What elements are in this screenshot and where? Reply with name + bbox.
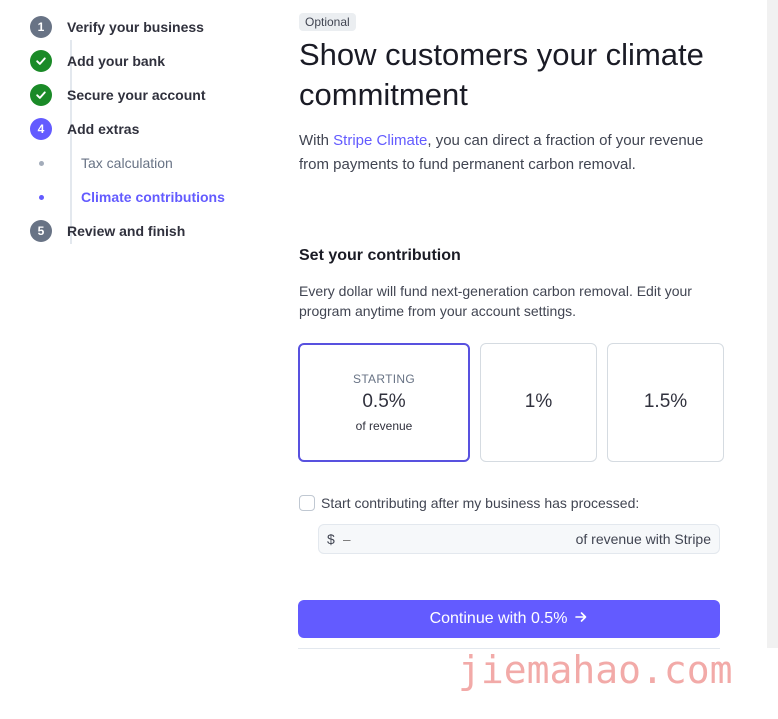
watermark-text: jiemahao.com: [458, 648, 733, 692]
step-label: Add your bank: [67, 53, 166, 69]
step-label: Review and finish: [67, 223, 186, 239]
step-number-badge: 1: [30, 16, 52, 38]
scrollbar[interactable]: [767, 0, 778, 648]
option-value: 1.5%: [643, 391, 688, 412]
stripe-climate-link[interactable]: Stripe Climate: [333, 132, 427, 149]
option-subtext: of revenue: [355, 419, 413, 433]
climate-contribution-panel: Optional Show customers your climate com…: [298, 13, 724, 649]
intro-text: With Stripe Climate, you can direct a fr…: [299, 129, 719, 177]
step-label: Secure your account: [67, 87, 206, 103]
page-title: Show customers your climate commitment: [299, 37, 704, 112]
threshold-amount-input[interactable]: [342, 531, 576, 547]
currency-symbol: $: [327, 531, 335, 547]
continue-button[interactable]: Continue with 0.5%: [298, 600, 720, 638]
stepper-track: [70, 40, 72, 244]
option-0-5-percent[interactable]: STARTING 0.5% of revenue: [298, 343, 470, 462]
section-title: Set your contribution: [299, 247, 461, 264]
option-value: 1%: [524, 391, 553, 412]
step-label: Add extras: [67, 121, 140, 137]
option-1-5-percent[interactable]: 1.5%: [607, 343, 724, 462]
option-value: 0.5%: [362, 391, 406, 412]
section-description: Every dollar will fund next-generation c…: [299, 283, 692, 319]
substep-label: Tax calculation: [81, 155, 173, 171]
option-1-percent[interactable]: 1%: [480, 343, 597, 462]
threshold-checkbox-row[interactable]: Start contributing after my business has…: [299, 495, 639, 511]
threshold-checkbox[interactable]: [299, 495, 315, 511]
bullet-icon: [30, 186, 52, 208]
substep-label: Climate contributions: [81, 189, 225, 205]
checkmark-icon: [30, 50, 52, 72]
continue-label: Continue with 0.5%: [429, 610, 568, 627]
optional-badge: Optional: [299, 13, 356, 31]
arrow-right-icon: [574, 610, 588, 629]
step-number-badge: 4: [30, 118, 52, 140]
threshold-label: Start contributing after my business has…: [321, 495, 640, 511]
bullet-icon: [30, 152, 52, 174]
threshold-amount-field[interactable]: $ of revenue with Stripe: [318, 524, 720, 554]
amount-suffix: of revenue with Stripe: [575, 531, 711, 547]
option-tag: STARTING: [353, 372, 415, 386]
checkmark-icon: [30, 84, 52, 106]
step-label: Verify your business: [67, 19, 204, 35]
step-number-badge: 5: [30, 220, 52, 242]
intro-prefix: With: [299, 132, 334, 149]
